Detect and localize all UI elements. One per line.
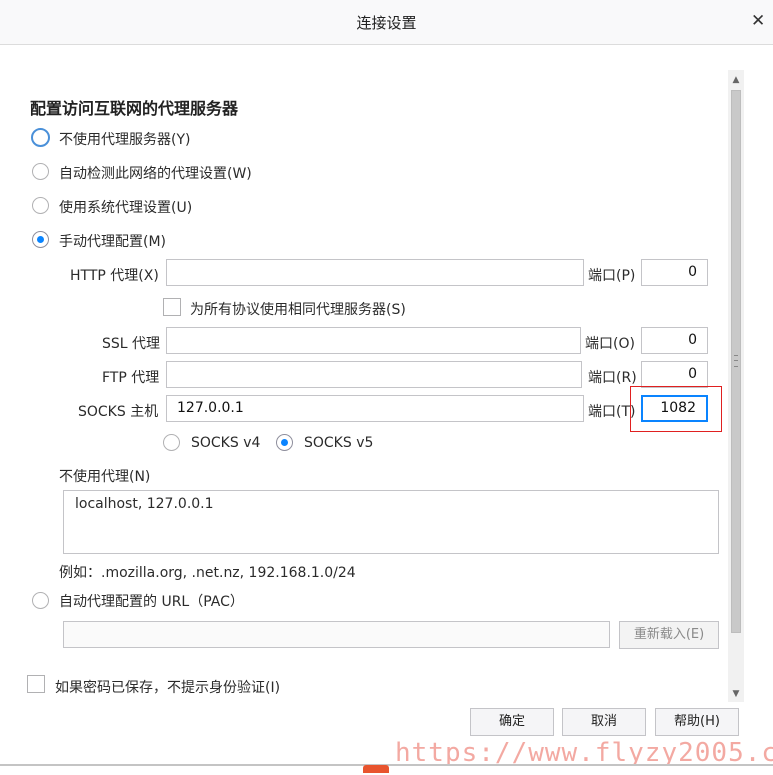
ssl-port-input[interactable]: 0	[641, 327, 708, 354]
manual-proxy-label[interactable]: 手动代理配置(M)	[59, 231, 166, 251]
socks-v5-radio[interactable]	[276, 434, 293, 451]
same-proxy-checkbox[interactable]	[163, 298, 181, 316]
socks-v4-radio[interactable]	[163, 434, 180, 451]
highlight-box	[630, 386, 722, 432]
system-proxy-radio[interactable]	[32, 197, 49, 214]
http-port-input[interactable]: 0	[641, 259, 708, 286]
socks-host-label: SOCKS 主机	[78, 404, 159, 420]
ssl-proxy-label: SSL 代理	[102, 336, 161, 352]
scroll-up-icon[interactable]: ▲	[728, 72, 744, 88]
auto-detect-radio[interactable]	[32, 163, 49, 180]
same-proxy-label[interactable]: 为所有协议使用相同代理服务器(S)	[190, 299, 406, 319]
ftp-port-label: 端口(R)	[588, 370, 637, 386]
ssl-port-label: 端口(O)	[585, 336, 635, 352]
cancel-button[interactable]: 取消	[562, 708, 646, 736]
cut-off-logo-icon	[363, 765, 389, 773]
auto-config-url-input[interactable]	[63, 621, 610, 648]
http-proxy-input[interactable]	[166, 259, 584, 286]
dialog-title: 连接设置	[356, 14, 417, 32]
no-auth-prompt-label[interactable]: 如果密码已保存，不提示身份验证(I)	[55, 677, 280, 697]
no-auth-prompt-checkbox[interactable]	[27, 675, 45, 693]
socks-v5-label[interactable]: SOCKS v5	[304, 435, 373, 451]
scrollbar-grip-icon	[734, 355, 738, 367]
auto-config-label[interactable]: 自动代理配置的 URL（PAC）	[59, 591, 244, 611]
help-button[interactable]: 帮助(H)	[655, 708, 739, 736]
ok-button[interactable]: 确定	[470, 708, 554, 736]
ftp-proxy-input[interactable]	[166, 361, 582, 388]
socks-host-input[interactable]: 127.0.0.1	[166, 395, 584, 422]
http-port-label: 端口(P)	[588, 268, 636, 284]
ftp-proxy-label: FTP 代理	[102, 370, 160, 386]
scroll-down-icon[interactable]: ▼	[728, 686, 744, 702]
no-proxy-example: 例如：.mozilla.org, .net.nz, 192.168.1.0/24	[59, 565, 356, 581]
section-heading: 配置访问互联网的代理服务器	[30, 99, 239, 118]
no-proxy-label[interactable]: 不使用代理服务器(Y)	[59, 129, 190, 149]
close-icon[interactable]: ✕	[751, 12, 765, 30]
no-proxy-for-label: 不使用代理(N)	[59, 469, 151, 485]
ssl-proxy-input[interactable]	[166, 327, 581, 354]
reload-button[interactable]: 重新载入(E)	[619, 621, 719, 649]
manual-proxy-radio[interactable]	[32, 231, 49, 248]
socks-port-label: 端口(T)	[588, 404, 636, 420]
auto-config-radio[interactable]	[32, 592, 49, 609]
http-proxy-label: HTTP 代理(X)	[70, 268, 159, 284]
no-proxy-for-textarea[interactable]: localhost, 127.0.0.1	[63, 490, 719, 554]
no-proxy-radio[interactable]	[31, 128, 50, 147]
system-proxy-label[interactable]: 使用系统代理设置(U)	[59, 197, 192, 217]
auto-detect-label[interactable]: 自动检测此网络的代理设置(W)	[59, 163, 252, 183]
ftp-port-input[interactable]: 0	[641, 361, 708, 388]
socks-v4-label[interactable]: SOCKS v4	[191, 435, 260, 451]
